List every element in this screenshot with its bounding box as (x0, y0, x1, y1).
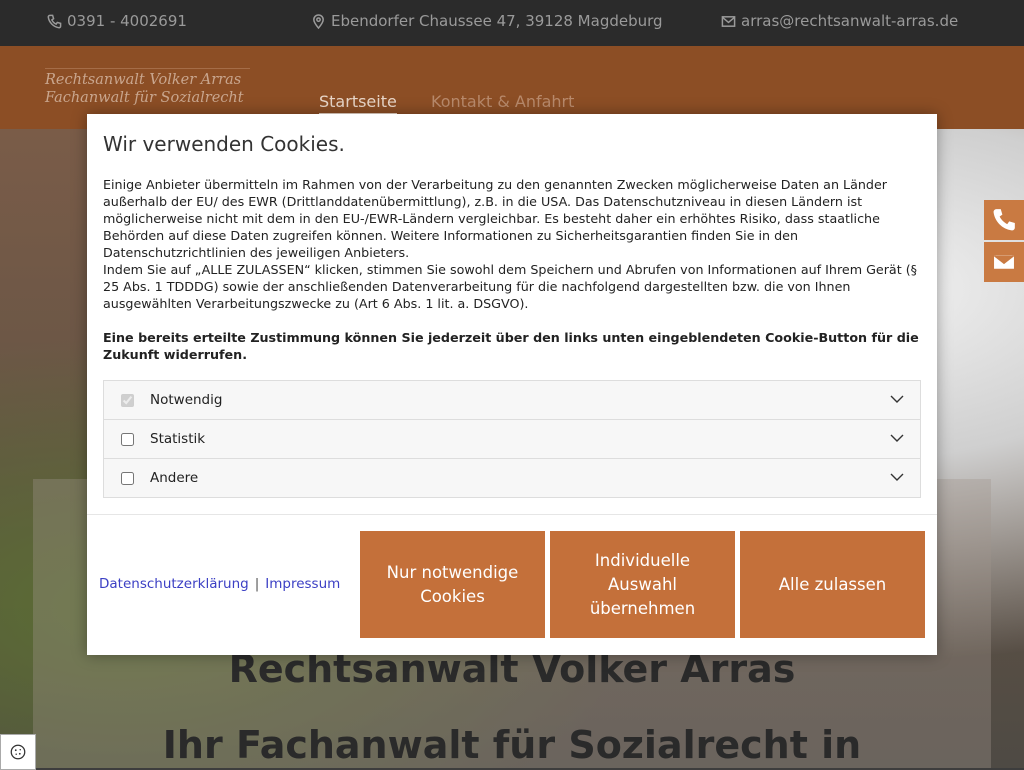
email-fab-button[interactable] (984, 242, 1024, 282)
category-notwendig[interactable]: Notwendig (104, 381, 920, 420)
topbar-email[interactable]: arras@rechtsanwalt-arras.de (721, 12, 958, 30)
cookie-category-list: Notwendig Statistik Andere (103, 380, 921, 498)
chevron-down-icon[interactable] (890, 394, 904, 404)
only-necessary-cookies-button[interactable]: Nur notwendige Cookies (360, 531, 545, 638)
topbar-phone-text: 0391 - 4002691 (67, 12, 187, 30)
site-logo[interactable]: Rechtsanwalt Volker Arras Fachanwalt für… (45, 68, 250, 107)
cookie-icon (10, 744, 26, 760)
category-andere[interactable]: Andere (104, 459, 920, 497)
statistik-checkbox[interactable] (121, 432, 134, 446)
privacy-policy-link[interactable]: Datenschutzerklärung (99, 576, 249, 592)
notwendig-checkbox (121, 393, 134, 407)
envelope-icon (992, 253, 1016, 271)
top-contact-bar: 0391 - 4002691 Ebendorfer Chaussee 47, 3… (0, 0, 1024, 46)
nav-startseite[interactable]: Startseite (319, 92, 397, 115)
topbar-phone[interactable]: 0391 - 4002691 (47, 12, 187, 30)
accept-all-cookies-button[interactable]: Alle zulassen (740, 531, 925, 638)
call-fab-button[interactable] (984, 200, 1024, 240)
map-marker-icon (313, 13, 324, 29)
cookie-footer-links: Datenschutzerklärung | Impressum (99, 576, 340, 592)
category-label: Andere (150, 470, 199, 486)
category-label: Notwendig (150, 392, 223, 408)
imprint-link[interactable]: Impressum (265, 576, 340, 592)
cookie-info-paragraph-1: Einige Anbieter übermitteln im Rahmen vo… (103, 177, 887, 260)
category-label: Statistik (150, 431, 206, 447)
link-separator: | (254, 576, 260, 592)
nav-kontakt-anfahrt[interactable]: Kontakt & Anfahrt (431, 92, 574, 111)
phone-icon (47, 14, 62, 28)
topbar-address-text: Ebendorfer Chaussee 47, 39128 Magdeburg (331, 12, 663, 30)
cookie-info-paragraph-2: Indem Sie auf „ALLE ZULASSEN“ klicken, s… (103, 262, 918, 311)
cookie-consent-dialog: Wir verwenden Cookies. Einige Anbieter ü… (87, 114, 937, 655)
cookie-dialog-heading: Wir verwenden Cookies. (103, 132, 345, 156)
topbar-address: Ebendorfer Chaussee 47, 39128 Magdeburg (311, 12, 663, 30)
cookie-settings-button[interactable] (0, 734, 36, 770)
logo-line-1: Rechtsanwalt Volker Arras (45, 72, 242, 88)
save-individual-selection-button[interactable]: Individuelle Auswahl übernehmen (550, 531, 735, 638)
hero-subtitle: Ihr Fachanwalt für Sozialrecht in (162, 723, 862, 767)
andere-checkbox[interactable] (121, 471, 134, 485)
chevron-down-icon[interactable] (890, 433, 904, 443)
envelope-icon (721, 15, 736, 27)
phone-icon (993, 209, 1015, 231)
cookie-info-paragraph-3: Eine bereits erteilte Zustimmung können … (103, 330, 919, 362)
topbar-email-text: arras@rechtsanwalt-arras.de (741, 12, 959, 30)
logo-line-2: Fachanwalt für Sozialrecht (45, 90, 244, 106)
category-statistik[interactable]: Statistik (104, 420, 920, 459)
dialog-divider (87, 514, 937, 515)
chevron-down-icon[interactable] (890, 472, 904, 482)
logo-rule (45, 68, 250, 69)
